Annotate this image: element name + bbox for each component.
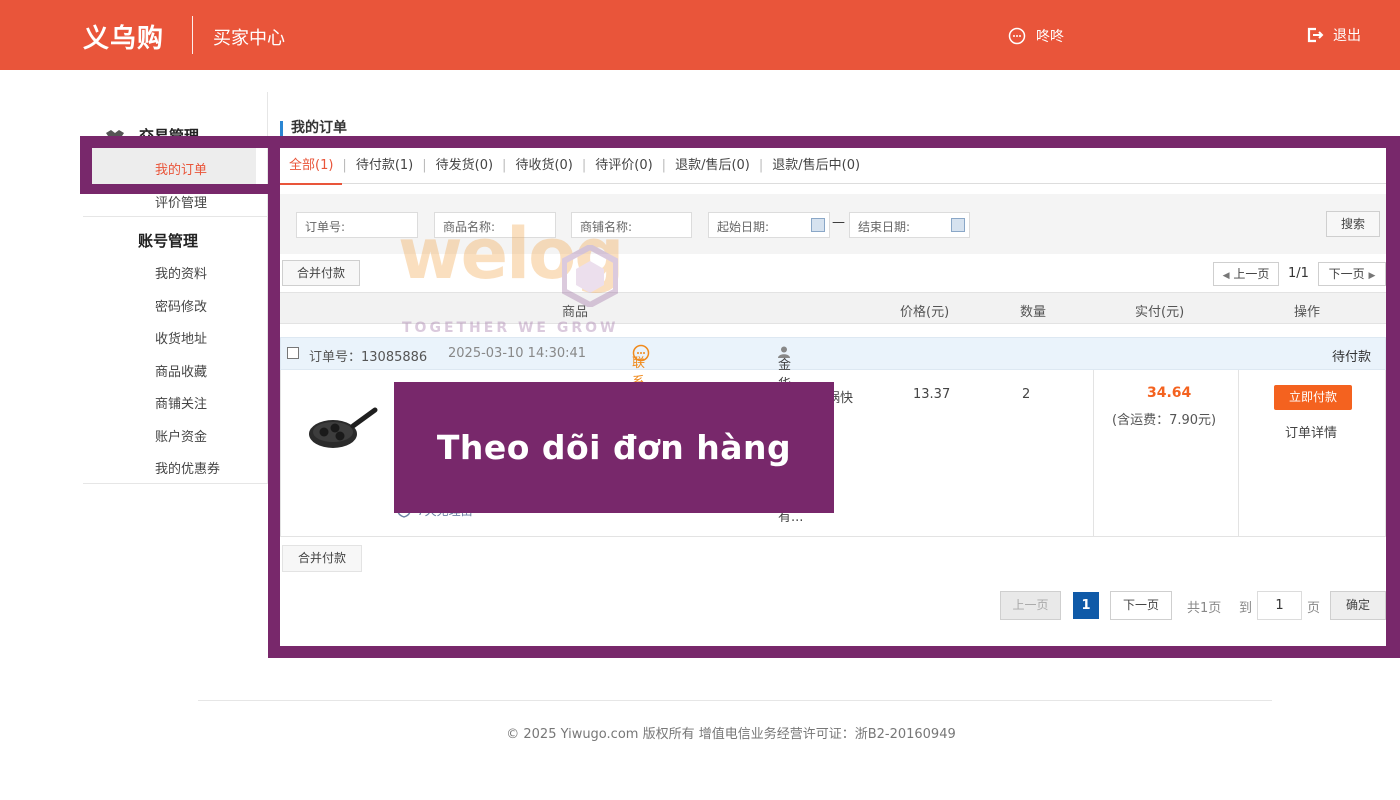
logout-icon	[1307, 27, 1324, 43]
chat-bubble-icon	[1008, 27, 1026, 45]
sidebar-item-followed-shops[interactable]: 商铺关注	[155, 393, 207, 412]
sidebar-item-coupons[interactable]: 我的优惠券	[155, 458, 220, 477]
sidebar-group-title: 账号管理	[138, 232, 199, 250]
highlight-frame-sidebar	[80, 136, 270, 194]
page-title: 我的订单	[280, 121, 347, 136]
sidebar-item-profile[interactable]: 我的资料	[155, 263, 207, 282]
sidebar-item-password[interactable]: 密码修改	[155, 296, 207, 315]
sidebar-item-address[interactable]: 收货地址	[155, 328, 207, 347]
logout-button[interactable]: 退出	[1306, 25, 1361, 45]
top-header: 义乌购 买家中心 咚咚 退出	[0, 0, 1400, 70]
user-menu[interactable]: 咚咚	[1008, 26, 1064, 46]
sidebar-separator	[83, 483, 268, 484]
sidebar-item-reviews[interactable]: 评价管理	[155, 192, 207, 211]
site-logo[interactable]: 义乌购	[83, 18, 164, 55]
footer-divider	[198, 700, 1272, 701]
username: 咚咚	[1036, 29, 1064, 45]
footer-copyright: © 2025 Yiwugo.com 版权所有 增值电信业务经营许可证：浙B2-2…	[506, 727, 956, 742]
sidebar-separator	[83, 216, 268, 217]
buyer-center-title[interactable]: 买家中心	[213, 24, 285, 50]
sidebar-item-favorites[interactable]: 商品收藏	[155, 361, 207, 380]
sidebar-group-account: 账号管理	[138, 230, 198, 251]
caption-overlay: Theo dõi đơn hàng	[394, 382, 834, 513]
sidebar-item-funds[interactable]: 账户资金	[155, 426, 207, 445]
logout-label: 退出	[1333, 28, 1361, 44]
header-divider	[192, 16, 193, 54]
